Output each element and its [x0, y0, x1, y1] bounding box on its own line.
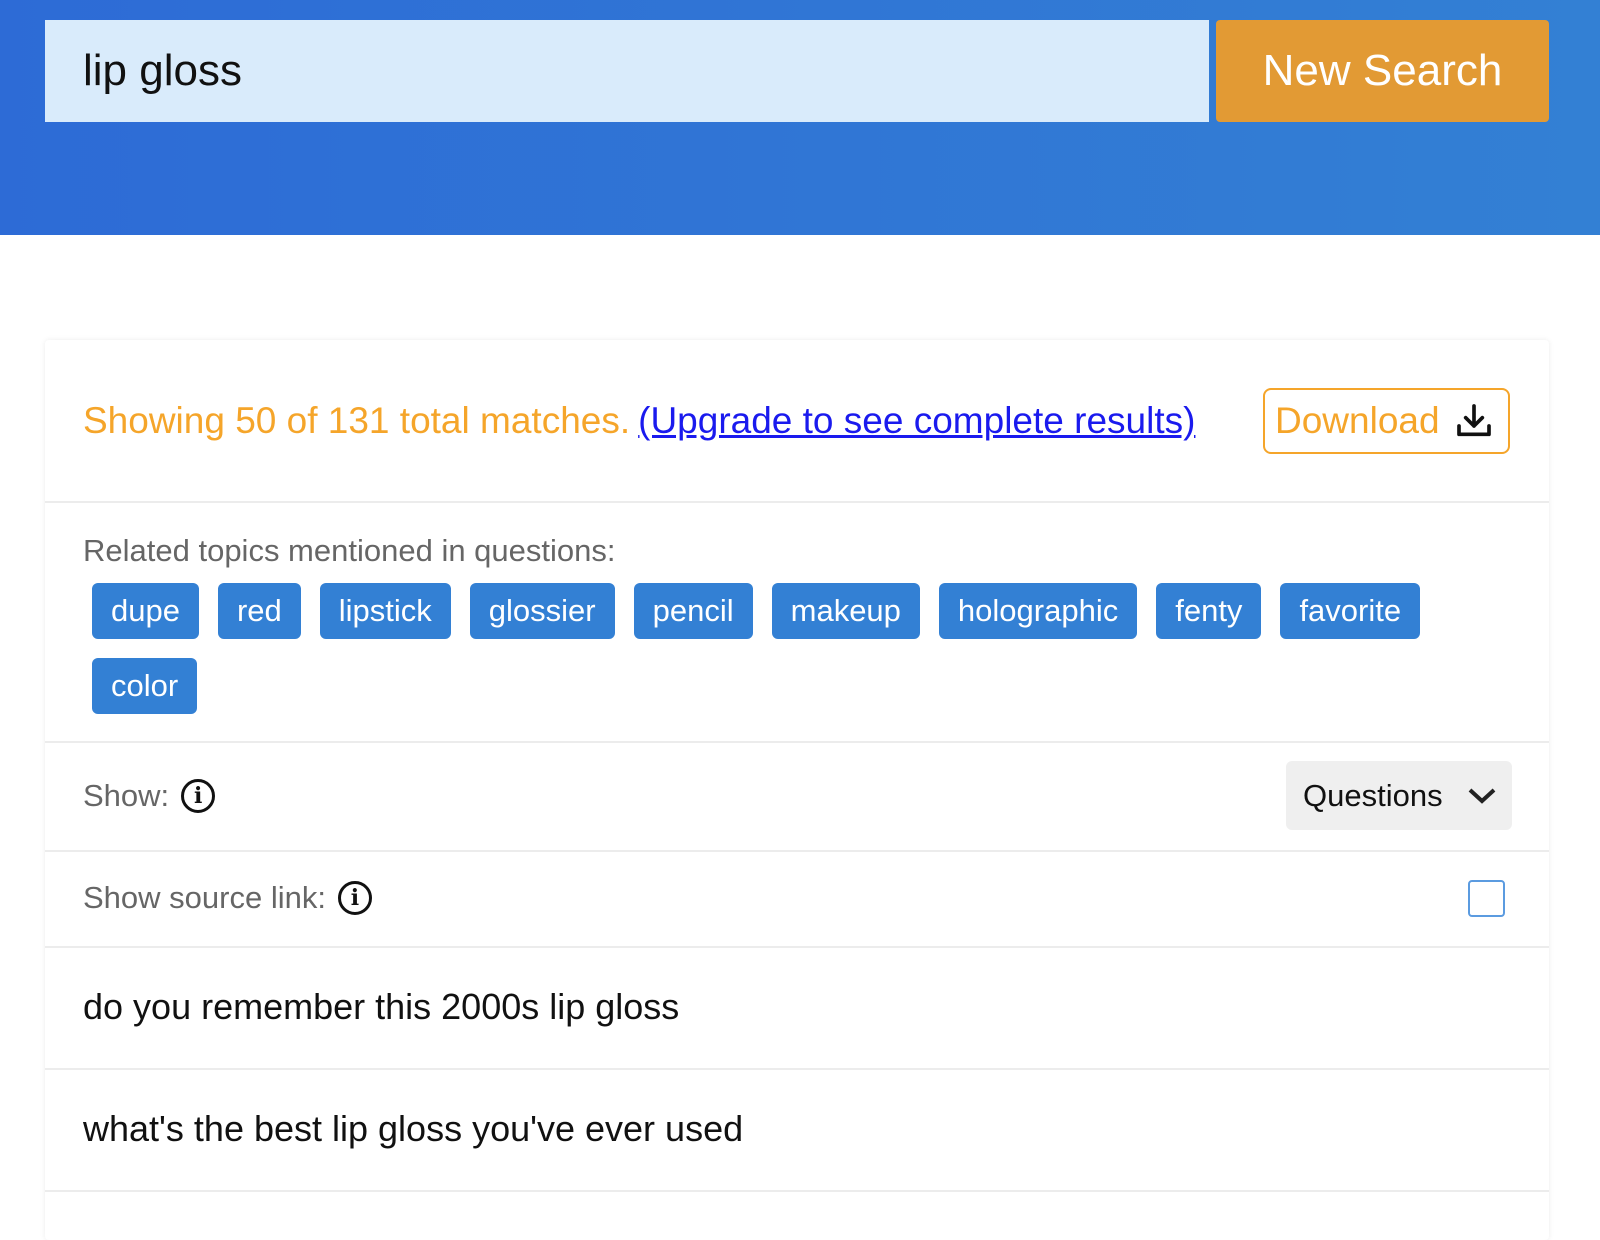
show-select-value: Questions	[1303, 777, 1443, 813]
topic-chip[interactable]: makeup	[771, 583, 920, 639]
source-link-label: Show source link:	[83, 880, 326, 915]
result-text: what's the best lip gloss you've ever us…	[83, 1108, 744, 1149]
info-icon[interactable]: i	[181, 779, 216, 813]
download-label: Download	[1275, 400, 1440, 441]
download-icon	[1456, 404, 1491, 437]
topic-chip[interactable]: red	[217, 583, 301, 639]
result-item[interactable]: what's the best lip gloss you've ever us…	[45, 1070, 1549, 1192]
upgrade-link[interactable]: (Upgrade to see complete results)	[638, 400, 1195, 441]
topic-chip[interactable]: holographic	[938, 583, 1138, 639]
show-select[interactable]: Questions	[1286, 761, 1512, 830]
topic-chip[interactable]: fenty	[1156, 583, 1262, 639]
show-row: Show: i Questions	[45, 743, 1549, 852]
topic-chip[interactable]: pencil	[633, 583, 753, 639]
show-label: Show:	[83, 778, 170, 813]
chevron-down-icon	[1468, 788, 1495, 804]
new-search-button[interactable]: New Search	[1216, 20, 1549, 122]
source-link-checkbox[interactable]	[1468, 880, 1505, 917]
topic-chip[interactable]: dupe	[92, 583, 199, 639]
result-text: do you remember this 2000s lip gloss	[83, 986, 680, 1027]
search-input[interactable]	[45, 20, 1209, 122]
summary-row: Showing 50 of 131 total matches. (Upgrade…	[45, 340, 1549, 503]
topic-chip[interactable]: lipstick	[319, 583, 451, 639]
topic-chip[interactable]: glossier	[469, 583, 615, 639]
download-button[interactable]: Download	[1263, 388, 1510, 454]
info-icon[interactable]: i	[337, 881, 372, 915]
source-link-row: Show source link: i	[45, 852, 1549, 948]
topic-chip[interactable]: color	[92, 658, 198, 714]
result-item[interactable]: do you remember this 2000s lip gloss	[45, 948, 1549, 1070]
topics-label: Related topics mentioned in questions:	[83, 533, 616, 568]
results-card: Showing 50 of 131 total matches. (Upgrade…	[45, 340, 1549, 1240]
header: New Search	[0, 0, 1600, 235]
summary-text: Showing 50 of 131 total matches.	[83, 400, 631, 441]
topic-chip[interactable]: favorite	[1280, 583, 1421, 639]
related-topics: Related topics mentioned in questions: d…	[45, 503, 1549, 743]
